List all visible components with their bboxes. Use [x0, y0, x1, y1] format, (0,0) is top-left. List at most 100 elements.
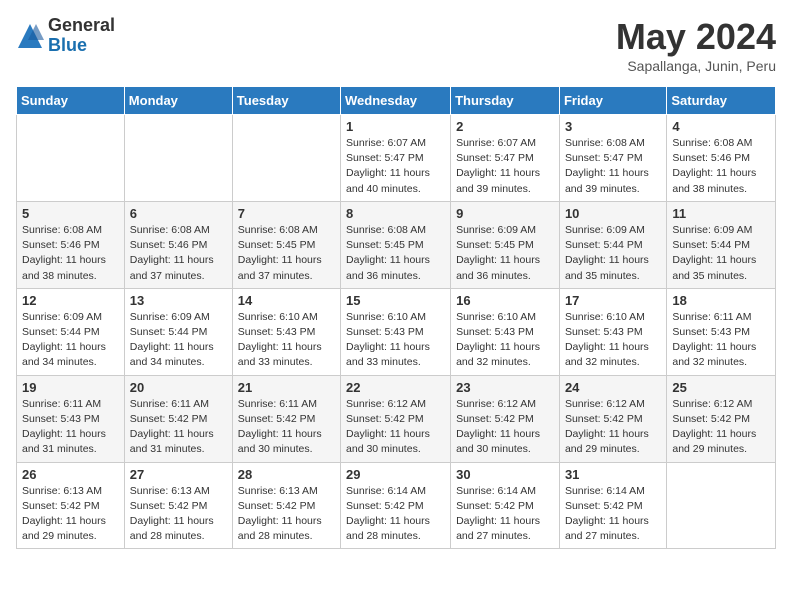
day-number: 27 [130, 467, 227, 482]
day-number: 31 [565, 467, 661, 482]
header-day-sunday: Sunday [17, 87, 125, 115]
day-number: 4 [672, 119, 770, 134]
day-info: Sunrise: 6:12 AM Sunset: 5:42 PM Dayligh… [346, 397, 445, 458]
day-info: Sunrise: 6:13 AM Sunset: 5:42 PM Dayligh… [22, 484, 119, 545]
day-number: 26 [22, 467, 119, 482]
day-info: Sunrise: 6:10 AM Sunset: 5:43 PM Dayligh… [456, 310, 554, 371]
day-number: 15 [346, 293, 445, 308]
header-day-saturday: Saturday [667, 87, 776, 115]
calendar-cell: 18 Sunrise: 6:11 AM Sunset: 5:43 PM Dayli… [667, 288, 776, 375]
calendar-cell: 21Sunrise: 6:11 AM Sunset: 5:42 PM Dayli… [232, 375, 340, 462]
day-info: Sunrise: 6:08 AM Sunset: 5:45 PM Dayligh… [238, 223, 335, 284]
calendar-cell: 2Sunrise: 6:07 AM Sunset: 5:47 PM Daylig… [451, 115, 560, 202]
calendar-cell: 25 Sunrise: 6:12 AM Sunset: 5:42 PM Dayli… [667, 375, 776, 462]
title-block: May 2024 Sapallanga, Junin, Peru [616, 16, 776, 74]
calendar-cell: 19 Sunrise: 6:11 AM Sunset: 5:43 PM Dayli… [17, 375, 125, 462]
day-number: 29 [346, 467, 445, 482]
calendar-cell: 15 Sunrise: 6:10 AM Sunset: 5:43 PM Dayli… [341, 288, 451, 375]
day-info: Sunrise: 6:13 AM Sunset: 5:42 PM Dayligh… [238, 484, 335, 545]
day-number: 28 [238, 467, 335, 482]
calendar-cell: 1 Sunrise: 6:07 AM Sunset: 5:47 PM Daylig… [341, 115, 451, 202]
logo: General Blue [16, 16, 115, 56]
day-info: Sunrise: 6:08 AM Sunset: 5:46 PM Dayligh… [22, 223, 119, 284]
header-day-friday: Friday [559, 87, 666, 115]
day-info: Sunrise: 6:09 AM Sunset: 5:45 PM Dayligh… [456, 223, 554, 284]
calendar-cell: 12 Sunrise: 6:09 AM Sunset: 5:44 PM Dayli… [17, 288, 125, 375]
calendar-cell: 26 Sunrise: 6:13 AM Sunset: 5:42 PM Dayli… [17, 462, 125, 549]
calendar-cell [124, 115, 232, 202]
day-info: Sunrise: 6:10 AM Sunset: 5:43 PM Dayligh… [565, 310, 661, 371]
day-info: Sunrise: 6:13 AM Sunset: 5:42 PM Dayligh… [130, 484, 227, 545]
day-info: Sunrise: 6:09 AM Sunset: 5:44 PM Dayligh… [672, 223, 770, 284]
calendar-week-row: 12 Sunrise: 6:09 AM Sunset: 5:44 PM Dayli… [17, 288, 776, 375]
day-info: Sunrise: 6:08 AM Sunset: 5:45 PM Dayligh… [346, 223, 445, 284]
day-info: Sunrise: 6:14 AM Sunset: 5:42 PM Dayligh… [346, 484, 445, 545]
day-info: Sunrise: 6:08 AM Sunset: 5:47 PM Dayligh… [565, 136, 661, 197]
day-info: Sunrise: 6:09 AM Sunset: 5:44 PM Dayligh… [22, 310, 119, 371]
calendar-cell: 30Sunrise: 6:14 AM Sunset: 5:42 PM Dayli… [451, 462, 560, 549]
calendar-week-row: 5 Sunrise: 6:08 AM Sunset: 5:46 PM Daylig… [17, 201, 776, 288]
day-number: 6 [130, 206, 227, 221]
calendar-cell: 29 Sunrise: 6:14 AM Sunset: 5:42 PM Dayli… [341, 462, 451, 549]
day-number: 14 [238, 293, 335, 308]
day-number: 1 [346, 119, 445, 134]
day-number: 22 [346, 380, 445, 395]
calendar-cell: 27 Sunrise: 6:13 AM Sunset: 5:42 PM Dayli… [124, 462, 232, 549]
day-number: 18 [672, 293, 770, 308]
day-info: Sunrise: 6:08 AM Sunset: 5:46 PM Dayligh… [130, 223, 227, 284]
calendar-cell: 20 Sunrise: 6:11 AM Sunset: 5:42 PM Dayli… [124, 375, 232, 462]
calendar-cell: 17Sunrise: 6:10 AM Sunset: 5:43 PM Dayli… [559, 288, 666, 375]
day-number: 16 [456, 293, 554, 308]
logo-text: General Blue [48, 16, 115, 56]
calendar-table: SundayMondayTuesdayWednesdayThursdayFrid… [16, 86, 776, 549]
day-info: Sunrise: 6:11 AM Sunset: 5:43 PM Dayligh… [672, 310, 770, 371]
day-info: Sunrise: 6:09 AM Sunset: 5:44 PM Dayligh… [565, 223, 661, 284]
calendar-cell: 5 Sunrise: 6:08 AM Sunset: 5:46 PM Daylig… [17, 201, 125, 288]
day-number: 13 [130, 293, 227, 308]
calendar-cell [667, 462, 776, 549]
calendar-cell: 4 Sunrise: 6:08 AM Sunset: 5:46 PM Daylig… [667, 115, 776, 202]
day-number: 19 [22, 380, 119, 395]
day-number: 25 [672, 380, 770, 395]
calendar-cell: 16 Sunrise: 6:10 AM Sunset: 5:43 PM Dayli… [451, 288, 560, 375]
calendar-header-row: SundayMondayTuesdayWednesdayThursdayFrid… [17, 87, 776, 115]
header-day-monday: Monday [124, 87, 232, 115]
day-number: 5 [22, 206, 119, 221]
day-number: 23 [456, 380, 554, 395]
day-number: 20 [130, 380, 227, 395]
calendar-week-row: 26 Sunrise: 6:13 AM Sunset: 5:42 PM Dayli… [17, 462, 776, 549]
calendar-cell: 10 Sunrise: 6:09 AM Sunset: 5:44 PM Dayli… [559, 201, 666, 288]
day-number: 8 [346, 206, 445, 221]
day-info: Sunrise: 6:11 AM Sunset: 5:42 PM Dayligh… [130, 397, 227, 458]
day-number: 10 [565, 206, 661, 221]
day-info: Sunrise: 6:11 AM Sunset: 5:43 PM Dayligh… [22, 397, 119, 458]
calendar-cell: 22 Sunrise: 6:12 AM Sunset: 5:42 PM Dayli… [341, 375, 451, 462]
header-day-tuesday: Tuesday [232, 87, 340, 115]
logo-icon [16, 22, 44, 50]
day-number: 21 [238, 380, 335, 395]
day-info: Sunrise: 6:14 AM Sunset: 5:42 PM Dayligh… [565, 484, 661, 545]
calendar-cell: 28 Sunrise: 6:13 AM Sunset: 5:42 PM Dayli… [232, 462, 340, 549]
day-info: Sunrise: 6:10 AM Sunset: 5:43 PM Dayligh… [238, 310, 335, 371]
day-info: Sunrise: 6:14 AM Sunset: 5:42 PM Dayligh… [456, 484, 554, 545]
calendar-cell [232, 115, 340, 202]
calendar-cell: 11 Sunrise: 6:09 AM Sunset: 5:44 PM Dayli… [667, 201, 776, 288]
day-info: Sunrise: 6:08 AM Sunset: 5:46 PM Dayligh… [672, 136, 770, 197]
calendar-cell: 14 Sunrise: 6:10 AM Sunset: 5:43 PM Dayli… [232, 288, 340, 375]
logo-blue-label: Blue [48, 36, 115, 56]
day-info: Sunrise: 6:07 AM Sunset: 5:47 PM Dayligh… [346, 136, 445, 197]
day-info: Sunrise: 6:10 AM Sunset: 5:43 PM Dayligh… [346, 310, 445, 371]
calendar-cell: 7 Sunrise: 6:08 AM Sunset: 5:45 PM Daylig… [232, 201, 340, 288]
calendar-cell: 24 Sunrise: 6:12 AM Sunset: 5:42 PM Dayli… [559, 375, 666, 462]
calendar-cell: 9 Sunrise: 6:09 AM Sunset: 5:45 PM Daylig… [451, 201, 560, 288]
day-number: 7 [238, 206, 335, 221]
day-number: 12 [22, 293, 119, 308]
day-number: 9 [456, 206, 554, 221]
day-info: Sunrise: 6:12 AM Sunset: 5:42 PM Dayligh… [672, 397, 770, 458]
day-info: Sunrise: 6:12 AM Sunset: 5:42 PM Dayligh… [565, 397, 661, 458]
day-number: 11 [672, 206, 770, 221]
day-number: 24 [565, 380, 661, 395]
calendar-week-row: 19 Sunrise: 6:11 AM Sunset: 5:43 PM Dayli… [17, 375, 776, 462]
calendar-cell: 31 Sunrise: 6:14 AM Sunset: 5:42 PM Dayli… [559, 462, 666, 549]
logo-general-label: General [48, 16, 115, 36]
